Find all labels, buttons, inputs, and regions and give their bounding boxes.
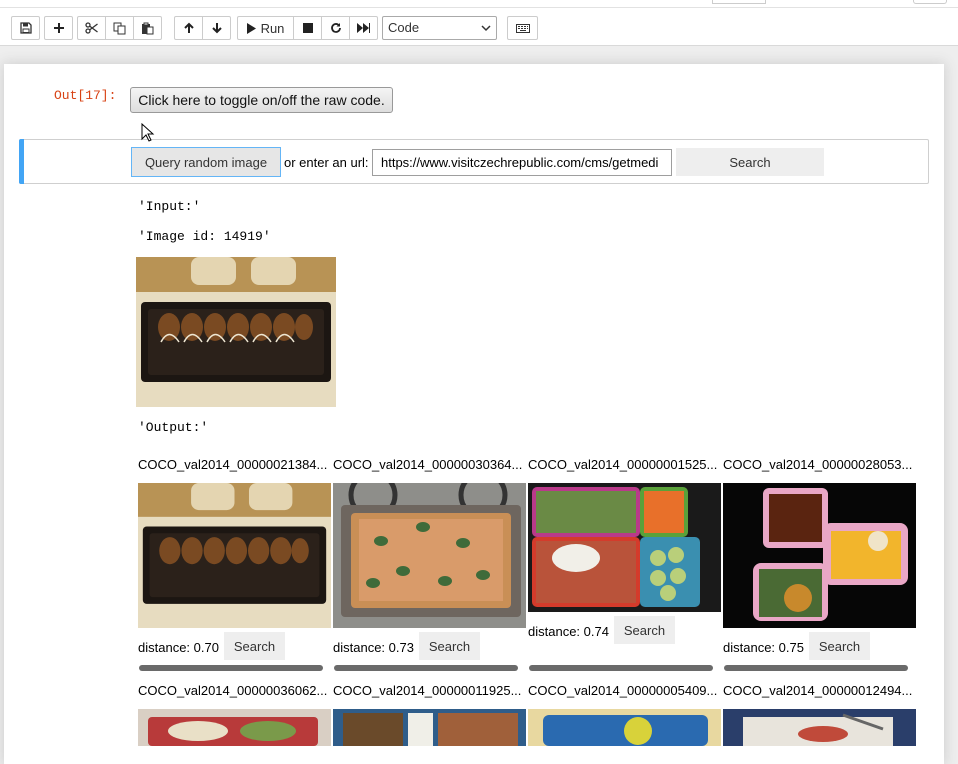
- fast-forward-icon: [357, 23, 370, 33]
- mouse-cursor-icon: [141, 122, 155, 146]
- paste-icon: [142, 22, 154, 34]
- restart-button[interactable]: [321, 16, 350, 40]
- output-label: 'Output:': [138, 420, 209, 435]
- result-title: COCO_val2014_00000012494...: [723, 683, 913, 698]
- result-title: COCO_val2014_00000021384...: [138, 457, 328, 472]
- query-image: [136, 257, 336, 407]
- url-label: or enter an url:: [284, 155, 369, 170]
- toolbar-group-move: [174, 16, 231, 40]
- result-search-button[interactable]: Search: [614, 616, 675, 644]
- chevron-down-icon: [481, 21, 491, 36]
- result-scrollbar[interactable]: [529, 665, 713, 671]
- result-scrollbar[interactable]: [724, 665, 908, 671]
- copy-icon: [113, 22, 126, 34]
- toolbar-group-insert: [44, 16, 73, 40]
- move-down-button[interactable]: [202, 16, 231, 40]
- refresh-icon: [330, 23, 341, 33]
- image-id-label: 'Image id: 14919': [138, 229, 271, 244]
- stop-icon: [302, 23, 313, 33]
- result-distance: distance: 0.74: [528, 624, 609, 639]
- run-label: Run: [260, 20, 285, 36]
- restart-run-all-button[interactable]: [349, 16, 378, 40]
- move-up-button[interactable]: [174, 16, 203, 40]
- query-random-image-button[interactable]: Query random image: [131, 147, 281, 177]
- toolbar-group-edit: [77, 16, 162, 40]
- result-distance: distance: 0.75: [723, 640, 804, 655]
- command-palette-button[interactable]: [507, 16, 538, 40]
- result-title: COCO_val2014_00000036062...: [138, 683, 328, 698]
- result-search-button[interactable]: Search: [809, 632, 870, 660]
- result-image-dessert: [138, 483, 331, 628]
- cell-type-select[interactable]: Code: [382, 16, 497, 40]
- paste-button[interactable]: [133, 16, 162, 40]
- toolbar-group-palette: [507, 16, 538, 40]
- scissors-icon: [84, 22, 98, 34]
- result-title: COCO_val2014_00000028053...: [723, 457, 913, 472]
- run-button[interactable]: Run: [237, 16, 294, 40]
- play-icon: [246, 22, 256, 34]
- keyboard-icon: [515, 23, 530, 33]
- save-button[interactable]: [11, 16, 40, 40]
- arrow-down-icon: [211, 23, 222, 34]
- save-icon: [19, 22, 32, 34]
- input-label: 'Input:': [138, 199, 201, 214]
- result-distance: distance: 0.70: [138, 640, 219, 655]
- header-element: [712, 0, 766, 4]
- result-image-lunchbox: [723, 483, 916, 628]
- result-image-food-board: [723, 709, 916, 746]
- result-image-bento: [528, 483, 721, 612]
- toolbar-group-save: [11, 16, 40, 40]
- result-title: COCO_val2014_00000005409...: [528, 683, 718, 698]
- notebook-toolbar: Run Code: [0, 8, 958, 46]
- notebook-background: [0, 46, 958, 66]
- arrow-up-icon: [183, 22, 194, 33]
- result-image-lunch-container: [528, 709, 721, 746]
- result-image-pizza: [333, 483, 526, 628]
- header-remnant: [0, 0, 958, 8]
- cell-selection-bar: [19, 139, 24, 184]
- result-scrollbar[interactable]: [334, 665, 518, 671]
- interrupt-button[interactable]: [293, 16, 322, 40]
- header-element: [913, 0, 947, 4]
- result-distance: distance: 0.73: [333, 640, 414, 655]
- url-search-button[interactable]: Search: [676, 148, 824, 176]
- result-image-food-plate: [138, 709, 331, 746]
- url-input[interactable]: https://www.visitczechrepublic.com/cms/g…: [372, 149, 672, 176]
- toggle-code-button[interactable]: Click here to toggle on/off the raw code…: [130, 87, 393, 113]
- result-image-lunch-tray: [333, 709, 526, 746]
- cell-type-value: Code: [388, 20, 420, 35]
- result-search-button[interactable]: Search: [224, 632, 285, 660]
- result-scrollbar[interactable]: [139, 665, 323, 671]
- result-title: COCO_val2014_00000011925...: [333, 683, 522, 698]
- result-search-button[interactable]: Search: [419, 632, 480, 660]
- result-title: COCO_val2014_00000030364...: [333, 457, 523, 472]
- plus-icon: [53, 23, 64, 33]
- output-prompt: Out[17]:: [54, 88, 117, 103]
- cut-button[interactable]: [77, 16, 106, 40]
- insert-cell-button[interactable]: [44, 16, 73, 40]
- copy-button[interactable]: [105, 16, 134, 40]
- toolbar-group-run: Run: [237, 16, 378, 40]
- result-title: COCO_val2014_00000001525...: [528, 457, 718, 472]
